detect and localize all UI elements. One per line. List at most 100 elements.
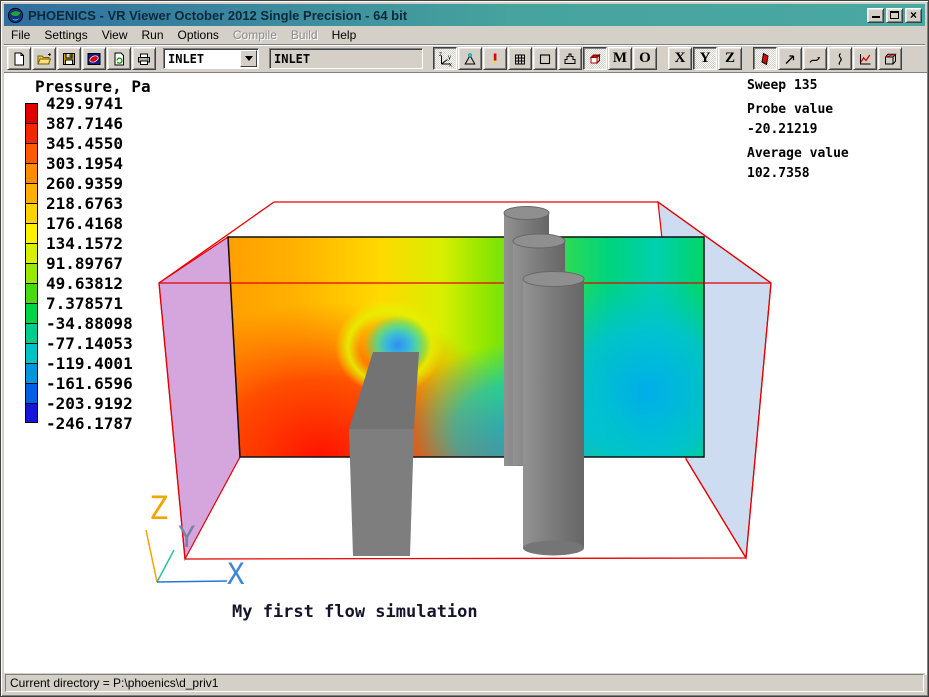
legend-value-11: 7.378571 [46,294,133,314]
legend-value-1: 429.9741 [46,94,133,114]
menu-options[interactable]: Options [171,27,226,44]
menubar: FileSettingsViewRunOptionsCompileBuildHe… [4,27,925,44]
menu-view[interactable]: View [95,27,135,44]
legend-value-16: -203.9192 [46,394,133,414]
view-button-groups: zyx MO XYZ [423,47,903,70]
toolbar-group-3 [753,47,903,70]
toolbar-button-new-file[interactable] [7,47,31,70]
toolbar-button-probe-position[interactable] [483,47,507,70]
save-floppy-icon [61,51,77,67]
toolbar-button-blockage-toggle[interactable] [558,47,582,70]
titlebar[interactable]: PHOENICS - VR Viewer October 2012 Single… [4,4,925,26]
axis-label-x: X [227,557,245,591]
menu-help[interactable]: Help [325,27,364,44]
toolbar-label-view-along-x: X [675,51,686,66]
toolbar-button-contour-slice[interactable] [753,47,777,70]
colorbar-block-2 [25,123,38,143]
toolbar-button-view-along-z[interactable]: Z [718,47,742,70]
colorbar-block-14 [25,363,38,383]
new-file-icon [11,51,27,67]
toolbar-button-vectors[interactable] [778,47,802,70]
legend-value-4: 303.1954 [46,154,133,174]
cone-icon [462,51,478,67]
legend-values: 429.9741387.7146345.4550303.1954260.9359… [46,94,133,434]
scene-caption: My first flow simulation [232,602,478,622]
colorbar-block-15 [25,383,38,403]
colorbar-block-13 [25,343,38,363]
cylinder-front[interactable] [523,272,584,556]
colorbar-block-4 [25,163,38,183]
menu-compile: Compile [226,27,284,44]
combo-dropdown-button[interactable] [240,50,257,67]
toolbar-button-view-along-x[interactable]: X [668,47,692,70]
average-value-label: Average value [747,144,849,164]
toolbar-button-results-viewer[interactable] [82,47,106,70]
left-inlet-wall[interactable] [159,237,240,559]
object-selector-combo[interactable]: INLET [163,48,259,69]
maximize-button[interactable] [886,8,903,23]
toolbar-button-object-mode[interactable]: O [633,47,657,70]
colorbar-block-10 [25,283,38,303]
colorbar-block-7 [25,223,38,243]
legend-value-12: -34.88098 [46,314,133,334]
phoenics-globe-icon [7,7,24,24]
toolbar-button-open-file[interactable] [32,47,56,70]
grid-icon [512,51,528,67]
info-panel: Sweep 135 Probe value -20.21219 Average … [747,76,849,184]
toolbar-button-axes-toggle[interactable]: zyx [433,47,457,70]
red-disc-icon [86,51,102,67]
toolbar-group-1: zyx MO [433,47,658,70]
maximize-icon [890,11,899,19]
toolbar-label-object-mode: O [639,51,651,66]
legend-value-6: 218.6763 [46,194,133,214]
phoenics-vr-viewer-window: PHOENICS - VR Viewer October 2012 Single… [0,0,929,697]
toolbar-group-2: XYZ [668,47,743,70]
toolbar: INLET zyx MO XYZ [4,44,925,72]
probe-value: -20.21219 [747,120,849,140]
open-folder-icon [36,51,52,67]
legend-value-2: 387.7146 [46,114,133,134]
toolbar-button-streamlines[interactable] [803,47,827,70]
window-title: PHOENICS - VR Viewer October 2012 Single… [28,8,867,23]
colorbar-block-9 [25,263,38,283]
svg-text:x: x [449,62,452,67]
toolbar-label-view-along-y: Y [700,51,711,66]
menu-run[interactable]: Run [135,27,171,44]
toolbar-button-reload[interactable] [107,47,131,70]
toolbar-button-domain-cube[interactable] [878,47,902,70]
toolbar-label-view-along-z: Z [725,51,735,66]
toolbar-button-mouse-mode[interactable]: M [608,47,632,70]
toolbar-button-save-file[interactable] [57,47,81,70]
colorbar-block-3 [25,143,38,163]
legend-value-7: 176.4168 [46,214,133,234]
printer-icon [136,51,152,67]
toolbar-button-probe-cone[interactable] [458,47,482,70]
toolbar-button-graph[interactable] [853,47,877,70]
toolbar-button-print[interactable] [132,47,156,70]
probe-marker-icon [487,51,503,67]
close-button[interactable]: × [905,8,922,23]
legend-value-5: 260.9359 [46,174,133,194]
toolbar-button-mesh-toggle[interactable] [508,47,532,70]
legend-value-14: -119.4001 [46,354,133,374]
colorbar-block-16 [25,403,38,423]
close-icon: × [910,9,917,21]
svg-text:z: z [439,52,442,58]
object-name-input[interactable] [269,48,423,69]
slice-icon [757,51,773,67]
menu-settings[interactable]: Settings [37,27,94,44]
viewport-canvas[interactable]: Z Y X Pressure, Pa 429.9741387.7146345.4… [4,72,927,675]
toolbar-button-wireframe-toggle[interactable] [533,47,557,70]
menu-file[interactable]: File [4,27,37,44]
toolbar-button-view-along-y[interactable]: Y [693,47,717,70]
toolbar-button-iso-surface[interactable] [828,47,852,70]
colorbar-block-5 [25,183,38,203]
minimize-button[interactable] [867,8,884,23]
axis-label-y: Y [178,520,195,554]
colorbar-block-1 [25,103,38,123]
toolbar-button-object-view[interactable] [583,47,607,70]
arrow-icon [782,51,798,67]
axis-label-z: Z [149,489,168,527]
red-box-icon [587,51,603,67]
legend-value-10: 49.63812 [46,274,133,294]
